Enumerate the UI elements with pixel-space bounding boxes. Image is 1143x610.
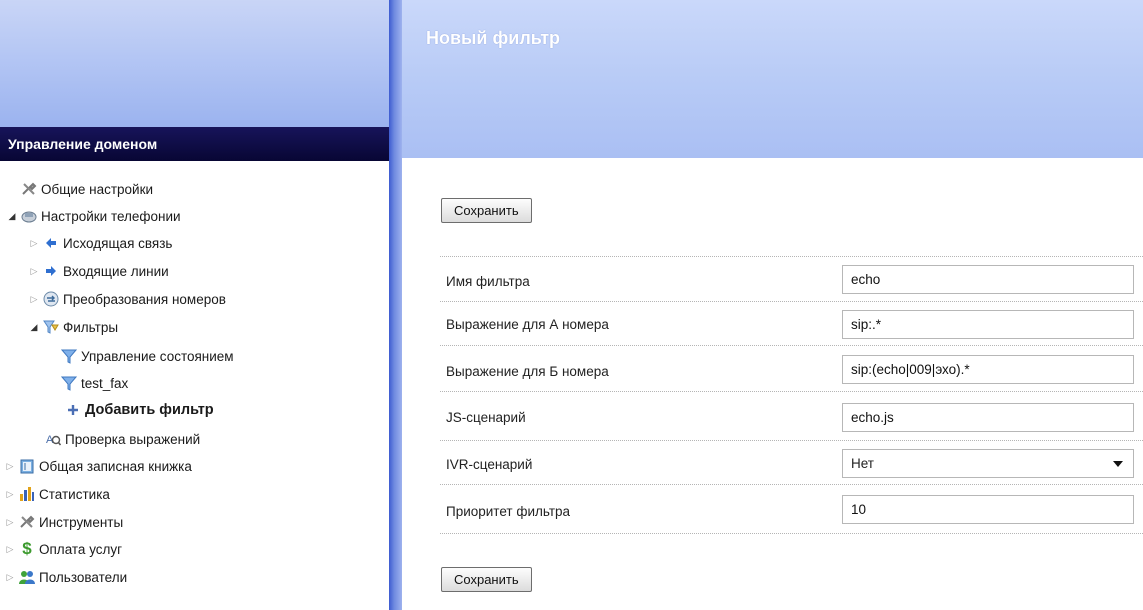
collapse-arrow-icon[interactable]: ▷ xyxy=(4,489,16,500)
filters-icon xyxy=(42,318,60,336)
sidebar-item-incoming[interactable]: ▷ Входящие линии xyxy=(28,260,169,282)
filter-name-input[interactable] xyxy=(842,265,1134,294)
sidebar-item-label: Оплата услуг xyxy=(39,541,123,557)
tools-icon xyxy=(20,180,38,198)
expand-arrow-icon[interactable]: ◢ xyxy=(6,211,18,222)
filter-icon xyxy=(60,374,78,392)
collapse-arrow-icon[interactable]: ▷ xyxy=(4,517,16,528)
sidebar-item-label: Общая записная книжка xyxy=(39,458,192,474)
sidebar-item-statistics[interactable]: ▷ Статистика xyxy=(4,483,110,505)
priority-label: Приоритет фильтра xyxy=(446,504,571,519)
arrow-right-icon xyxy=(42,262,60,280)
separator xyxy=(440,256,1143,257)
sidebar-item-number-transform[interactable]: ▷ Преобразования номеров xyxy=(28,288,226,310)
filter-name-label: Имя фильтра xyxy=(446,274,530,289)
sidebar-item-test-fax[interactable]: test_fax xyxy=(60,372,128,394)
arrow-left-icon xyxy=(42,234,60,252)
sidebar-item-state-management[interactable]: Управление состоянием xyxy=(60,345,234,367)
sidebar-item-label: Добавить фильтр xyxy=(85,402,214,418)
collapse-arrow-icon[interactable]: ▷ xyxy=(28,266,40,277)
statistics-icon xyxy=(18,485,36,503)
collapse-arrow-icon[interactable]: ▷ xyxy=(4,544,16,555)
sidebar-item-label: Пользователи xyxy=(39,569,128,585)
separator xyxy=(440,440,1143,441)
sidebar-header: Управление доменом xyxy=(0,127,389,161)
sidebar-item-label: Входящие линии xyxy=(63,263,169,279)
js-script-label: JS-сценарий xyxy=(446,410,526,425)
page-title: Новый фильтр xyxy=(426,28,561,48)
address-book-icon xyxy=(18,457,36,475)
plus-icon xyxy=(64,401,82,419)
sidebar-item-users[interactable]: ▷ Пользователи xyxy=(4,566,128,588)
sidebar-item-tools[interactable]: ▷ Инструменты xyxy=(4,511,124,533)
chevron-down-icon xyxy=(1113,461,1123,467)
sidebar-item-label: Общие настройки xyxy=(41,181,154,197)
js-script-input[interactable] xyxy=(842,403,1134,432)
sidebar-item-telephony-settings[interactable]: ◢ Настройки телефонии xyxy=(6,205,181,227)
dollar-icon: $ xyxy=(22,539,32,558)
ivr-script-value: Нет xyxy=(851,456,874,471)
phone-settings-icon xyxy=(20,207,38,225)
collapse-arrow-icon[interactable]: ▷ xyxy=(28,294,40,305)
sidebar-item-address-book[interactable]: ▷ Общая записная книжка xyxy=(4,455,192,477)
ivr-script-select[interactable]: Нет xyxy=(842,449,1134,478)
sidebar-item-add-filter[interactable]: Добавить фильтр xyxy=(64,399,214,421)
separator xyxy=(440,345,1143,346)
ivr-script-label: IVR-сценарий xyxy=(446,457,533,472)
sidebar-item-outgoing[interactable]: ▷ Исходящая связь xyxy=(28,232,173,254)
sidebar-item-label: Исходящая связь xyxy=(63,235,173,251)
sidebar-item-label: Проверка выражений xyxy=(65,431,201,447)
number-transform-icon xyxy=(42,290,60,308)
expr-a-label: Выражение для А номера xyxy=(446,317,609,332)
sidebar-item-general-settings[interactable]: Общие настройки xyxy=(20,178,153,200)
expand-arrow-icon[interactable]: ◢ xyxy=(28,322,40,333)
separator xyxy=(440,391,1143,392)
sidebar-banner xyxy=(0,0,389,127)
expr-b-label: Выражение для Б номера xyxy=(446,364,609,379)
priority-input[interactable] xyxy=(842,495,1134,524)
sidebar-item-label: Инструменты xyxy=(39,514,124,530)
sidebar-item-label: Статистика xyxy=(39,486,110,502)
sidebar-item-filters[interactable]: ◢ Фильтры xyxy=(28,316,119,338)
sidebar-item-label: Настройки телефонии xyxy=(41,208,181,224)
expression-check-icon: A xyxy=(44,430,62,448)
expr-a-input[interactable] xyxy=(842,310,1134,339)
separator xyxy=(440,484,1143,485)
sidebar-item-label: Фильтры xyxy=(63,319,119,335)
sidebar-item-label: Управление состоянием xyxy=(81,348,234,364)
expr-b-input[interactable] xyxy=(842,355,1134,384)
sidebar-item-payment[interactable]: ▷ $ Оплата услуг xyxy=(4,538,123,560)
sidebar-item-expression-check[interactable]: A Проверка выражений xyxy=(44,428,200,450)
panel-divider xyxy=(389,0,402,610)
filter-icon xyxy=(60,347,78,365)
collapse-arrow-icon[interactable]: ▷ xyxy=(28,238,40,249)
save-button-bottom[interactable]: Сохранить xyxy=(441,567,532,592)
users-icon xyxy=(18,568,36,586)
sidebar-item-label: test_fax xyxy=(81,375,129,391)
separator xyxy=(440,301,1143,302)
save-button-top[interactable]: Сохранить xyxy=(441,198,532,223)
tools-icon xyxy=(18,513,36,531)
separator xyxy=(440,533,1143,534)
content-banner xyxy=(402,0,1143,158)
form-panel xyxy=(402,158,1143,610)
collapse-arrow-icon[interactable]: ▷ xyxy=(4,572,16,583)
collapse-arrow-icon[interactable]: ▷ xyxy=(4,461,16,472)
sidebar-item-label: Преобразования номеров xyxy=(63,291,226,307)
